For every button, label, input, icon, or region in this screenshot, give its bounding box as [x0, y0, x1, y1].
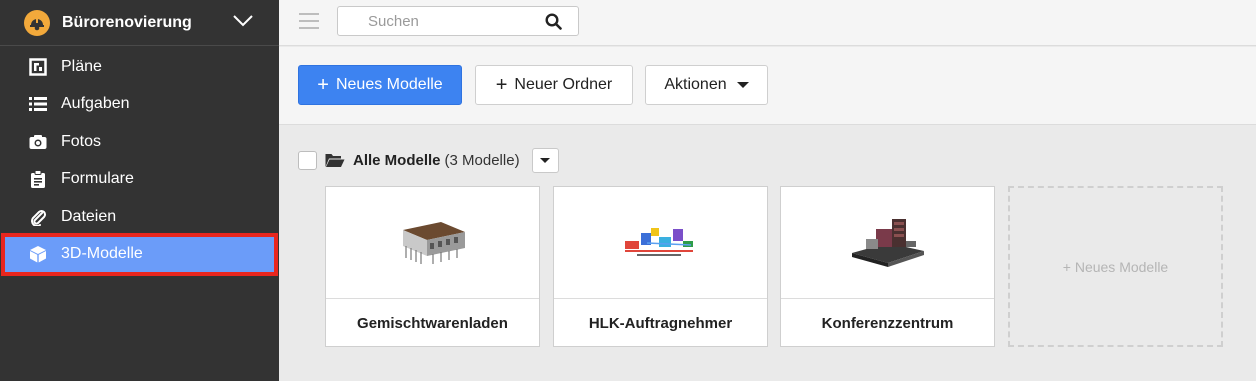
- sidebar: Bürorenovierung Pläne Aufgaben Fotos For…: [0, 0, 279, 381]
- plus-icon: +: [495, 74, 508, 96]
- project-name: Bürorenovierung: [62, 13, 192, 31]
- folder-header: Alle Modelle (3 Modelle): [298, 147, 559, 173]
- model-name: HLK-Auftragnehmer: [588, 314, 733, 332]
- model-thumbnail: [554, 187, 767, 299]
- caret-down-icon: [540, 157, 551, 163]
- new-model-label: Neues Modelle: [335, 76, 443, 93]
- folder-open-icon: [325, 153, 345, 168]
- project-switcher[interactable]: Bürorenovierung: [0, 0, 279, 46]
- sidebar-nav: Pläne Aufgaben Fotos Formulare Dateien 3…: [0, 48, 279, 276]
- folder-options-dropdown[interactable]: [531, 147, 559, 173]
- sidebar-item-label: Aufgaben: [61, 95, 130, 113]
- search-input[interactable]: [338, 7, 538, 35]
- sidebar-item-dateien[interactable]: Dateien: [0, 198, 279, 236]
- sidebar-item-formulare[interactable]: Formulare: [0, 161, 279, 199]
- chevron-down-icon[interactable]: [232, 14, 254, 33]
- sidebar-item-fotos[interactable]: Fotos: [0, 123, 279, 161]
- sidebar-item-3d-modelle[interactable]: 3D-Modelle: [1, 232, 278, 276]
- paperclip-icon: [28, 207, 48, 227]
- actions-dropdown[interactable]: Aktionen: [645, 65, 768, 105]
- folder-title: Alle Modelle: [353, 151, 441, 169]
- model-thumbnail: [781, 187, 994, 299]
- new-folder-label: Neuer Ordner: [514, 76, 613, 93]
- new-folder-button[interactable]: + Neuer Ordner: [475, 65, 633, 105]
- sidebar-item-aufgaben[interactable]: Aufgaben: [0, 86, 279, 124]
- clipboard-icon: [28, 169, 48, 189]
- model-card[interactable]: HLK-Auftragnehmer: [553, 186, 768, 347]
- select-all-checkbox[interactable]: [298, 150, 317, 170]
- model-name: Gemischtwarenladen: [357, 314, 508, 332]
- sidebar-item-label: Pläne: [61, 57, 102, 75]
- plus-icon: +: [317, 74, 329, 96]
- model-card[interactable]: Gemischtwarenladen: [325, 186, 540, 347]
- cube-icon: [28, 244, 48, 264]
- caret-down-icon: [736, 82, 749, 88]
- new-model-card[interactable]: + Neues Modelle: [1008, 186, 1223, 347]
- toolbar: + Neues Modelle + Neuer Ordner Aktionen: [279, 47, 1256, 125]
- hard-hat-icon: [24, 9, 50, 36]
- sidebar-item-plaene[interactable]: Pläne: [0, 48, 279, 86]
- sidebar-item-label: Dateien: [61, 207, 117, 225]
- list-icon: [28, 94, 48, 114]
- model-name: Konferenzzentrum: [821, 314, 954, 332]
- sidebar-item-label: Fotos: [61, 132, 102, 150]
- search-icon[interactable]: [545, 13, 562, 35]
- actions-label: Aktionen: [664, 76, 727, 93]
- top-bar: [279, 0, 1256, 46]
- sidebar-item-label: Formulare: [61, 170, 134, 188]
- sidebar-item-label: 3D-Modelle: [61, 245, 143, 263]
- new-model-button[interactable]: + Neues Modelle: [298, 65, 462, 105]
- menu-icon[interactable]: [299, 13, 319, 29]
- model-card[interactable]: Konferenzzentrum: [780, 186, 995, 347]
- search-box: [337, 6, 579, 36]
- model-thumbnail: [326, 187, 539, 299]
- camera-icon: [28, 132, 48, 152]
- plans-icon: [28, 57, 48, 77]
- folder-count: (3 Modelle): [444, 151, 520, 169]
